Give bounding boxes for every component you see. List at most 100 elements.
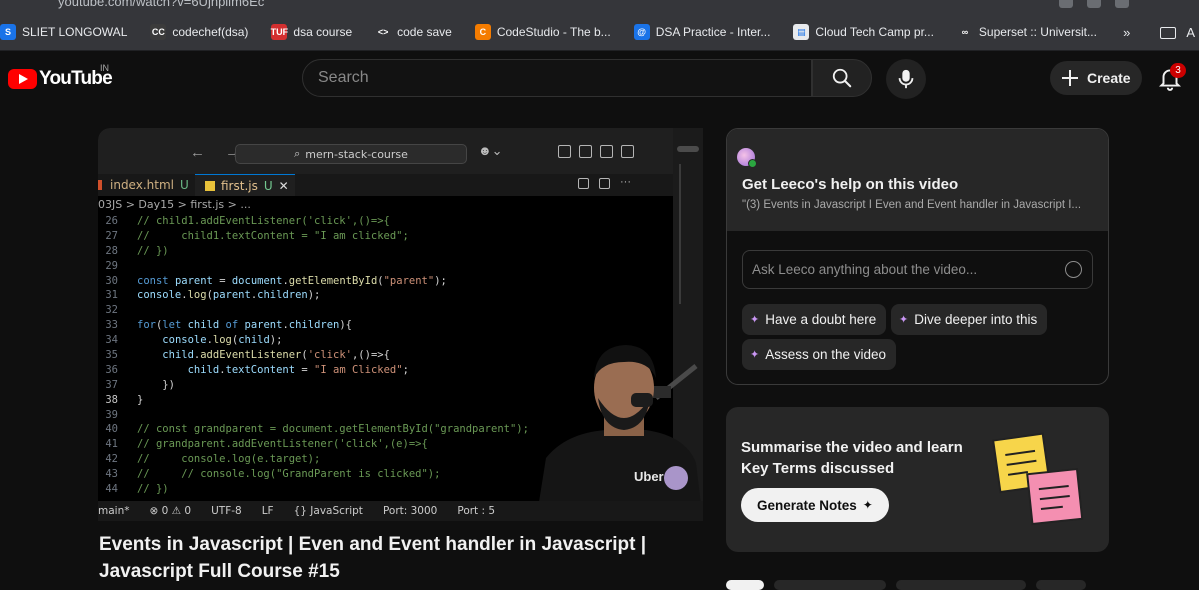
- bookmark-label: SLIET LONGOWAL: [22, 25, 128, 39]
- sparkle-icon: ✦: [750, 349, 760, 361]
- status-item: ⊗ 0 ⚠ 0: [149, 505, 192, 517]
- filter-chip[interactable]: [1036, 580, 1086, 590]
- bookmark-dsa-course[interactable]: TUF dsa course: [271, 14, 361, 51]
- generate-notes-label: Generate Notes: [757, 497, 857, 513]
- bookmarks-overflow-icon[interactable]: »: [1123, 25, 1130, 40]
- bookmark-sliet-longowal[interactable]: S SLIET LONGOWAL: [0, 14, 136, 51]
- country-code: IN: [100, 63, 109, 73]
- create-label: Create: [1087, 70, 1131, 86]
- bookmark-label: DSA Practice - Inter...: [655, 25, 771, 39]
- create-button[interactable]: Create: [1050, 61, 1142, 95]
- bookmark-codestudio-the-b[interactable]: C CodeStudio - The b...: [474, 14, 620, 51]
- tuf-icon: TUF: [271, 24, 288, 40]
- sticky-notes-icon: [992, 432, 1084, 526]
- window-controls: [677, 146, 699, 152]
- chip-label: Have a doubt here: [765, 312, 877, 327]
- plus-icon: [1062, 70, 1078, 86]
- editor-tab-label: first.js: [221, 178, 258, 193]
- bookmark-code-save[interactable]: <> code save: [375, 14, 461, 51]
- notification-badge: 3: [1170, 63, 1186, 78]
- search-button[interactable]: [812, 59, 872, 97]
- bookmark-label: codechef(dsa): [172, 25, 249, 39]
- code-line: 28// }): [105, 244, 169, 257]
- chip-label: Dive deeper into this: [914, 312, 1038, 327]
- bookmark-label: Cloud Tech Camp pr...: [815, 25, 934, 39]
- bookmark-codechef-dsa[interactable]: CC codechef(dsa): [150, 14, 257, 51]
- leeco-ask-box: [742, 250, 1093, 289]
- code-line: 32: [105, 304, 118, 317]
- browser-url-bar[interactable]: youtube.com/watch?v=6Ujnpiim6Ec: [0, 0, 1199, 14]
- code-line: 27// child1.textContent = "I am clicked"…: [105, 229, 409, 242]
- filter-chip[interactable]: [774, 580, 886, 590]
- url-text[interactable]: youtube.com/watch?v=6Ujnpiim6Ec: [58, 0, 264, 9]
- code-line: 33 for(let child of parent.children){: [105, 319, 353, 332]
- filter-chip[interactable]: [896, 580, 1026, 590]
- bookmark-label: code save: [397, 25, 452, 39]
- more-icon: ···: [620, 176, 631, 188]
- bookmark-dsa-practice-inter[interactable]: @ DSA Practice - Inter...: [633, 14, 780, 51]
- codestudio-icon: C: [474, 24, 491, 40]
- sparkle-icon: ✦: [899, 314, 909, 326]
- notes-panel: Summarise the video and learn Key Terms …: [726, 407, 1109, 552]
- code-line: 26// child1.addEventListener('click',()=…: [105, 215, 390, 227]
- editor-tab: index.html U: [98, 174, 194, 196]
- status-item: main*: [98, 505, 130, 517]
- bookmark-cloud-tech-camp-pr[interactable]: ▤ Cloud Tech Camp pr...: [793, 14, 943, 51]
- status-item: Port: 3000: [382, 505, 438, 517]
- sparkle-icon: ✦: [750, 314, 760, 326]
- voice-search-button[interactable]: [886, 59, 926, 99]
- youtube-play-icon: [8, 69, 37, 89]
- command-center-label: mern-stack-course: [305, 147, 408, 161]
- js-file-icon: [205, 180, 215, 191]
- bookmark-label: CodeStudio - The b...: [496, 25, 611, 39]
- close-icon: ✕: [278, 178, 289, 193]
- editor-tab-status: U: [179, 178, 189, 192]
- bookmark-label: Superset :: Universit...: [978, 25, 1097, 39]
- panel-icon: [600, 145, 613, 158]
- filter-chip[interactable]: [726, 580, 764, 590]
- editor-tab-label: index.html: [110, 178, 174, 192]
- status-item: {} JavaScript: [293, 505, 363, 517]
- code-icon: <>: [375, 24, 392, 40]
- html-file-icon: [98, 180, 102, 190]
- other-bookmarks-label[interactable]: A: [1186, 25, 1195, 40]
- chip-have-a-doubt[interactable]: ✦ Have a doubt here: [742, 304, 887, 335]
- leeco-subtitle: "(3) Events in Javascript I Even and Eve…: [742, 199, 1082, 211]
- editor-tab-status: U: [263, 178, 273, 193]
- code-line: 31 console.log(parent.children);: [105, 289, 321, 302]
- editor-command-center: ⌕ mern-stack-course: [235, 144, 467, 164]
- bookmarks-right: » A: [1123, 14, 1199, 51]
- sparkle-icon: ✦: [862, 498, 873, 512]
- editor-title-bar: ← → ⌕ mern-stack-course ☻⌄: [98, 128, 703, 174]
- filter-chips-row: [726, 580, 1086, 590]
- compare-icon: [578, 178, 589, 189]
- cast-icon[interactable]: [1059, 0, 1073, 8]
- minimap-bar: [679, 164, 681, 304]
- status-item: Port : 5: [457, 505, 496, 517]
- leeco-panel: Get Leeco's help on this video "(3) Even…: [726, 128, 1109, 385]
- youtube-logo[interactable]: YouTube: [8, 68, 113, 90]
- chip-label: Assess on the video: [765, 347, 887, 362]
- folder-icon[interactable]: [1160, 26, 1177, 39]
- bookmark-superset-universit[interactable]: ∞ Superset :: Universit...: [956, 14, 1106, 51]
- editor-tab-active: first.js U ✕: [195, 174, 295, 196]
- status-item: LF: [261, 505, 274, 517]
- chip-assess[interactable]: ✦ Assess on the video: [742, 339, 897, 370]
- chip-dive-deeper[interactable]: ✦ Dive deeper into this: [891, 304, 1048, 335]
- video-player[interactable]: ← → ⌕ mern-stack-course ☻⌄ index.html U …: [98, 128, 703, 521]
- leeco-title: Get Leeco's help on this video: [742, 176, 959, 193]
- leeco-header: Get Leeco's help on this video "(3) Even…: [727, 129, 1108, 231]
- split-icon: [621, 145, 634, 158]
- extension-icon[interactable]: [1115, 0, 1129, 8]
- notes-description: Summarise the video and learn Key Terms …: [741, 439, 963, 477]
- sidebar-icon: [579, 145, 592, 158]
- generate-notes-button[interactable]: Generate Notes ✦: [741, 488, 889, 522]
- search-input[interactable]: [303, 60, 811, 96]
- leeco-ask-input[interactable]: [743, 251, 1092, 288]
- send-icon[interactable]: [1065, 261, 1082, 278]
- search-icon: ⌕: [294, 147, 301, 160]
- layout-icon: [558, 145, 571, 158]
- editor-status-bar: main* ⊗ 0 ⚠ 0 UTF-8 LF {} JavaScript Port: 30…: [98, 501, 703, 521]
- bookmark-star-icon[interactable]: [1087, 0, 1101, 8]
- url-bar-icons: [1059, 0, 1129, 8]
